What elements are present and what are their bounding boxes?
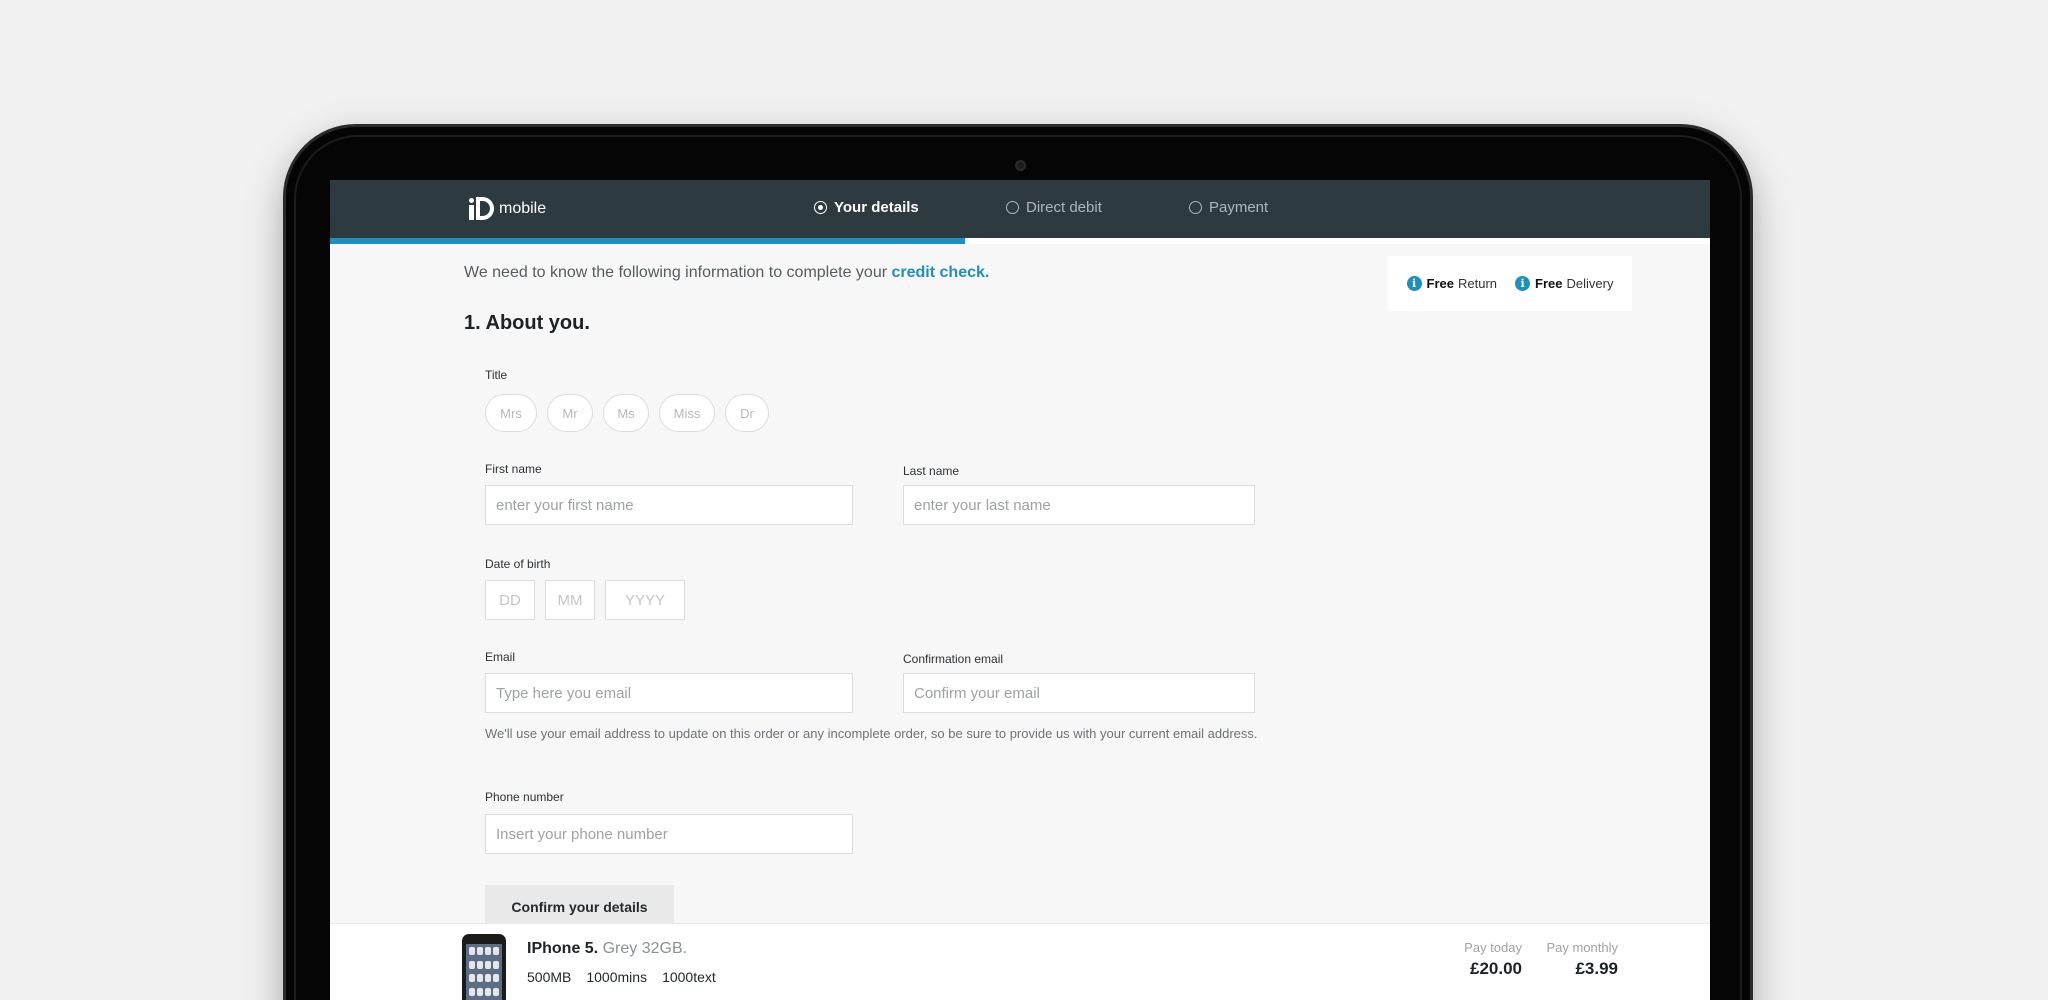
dob-day-input[interactable]: DD	[485, 580, 535, 620]
dob-year-input[interactable]: YYYY	[605, 580, 685, 620]
email-input[interactable]: Type here you email	[485, 673, 853, 713]
confirm-email-label: Confirmation email	[903, 652, 1004, 666]
pay-monthly: Pay monthly £3.99	[1538, 940, 1618, 979]
radio-checked-icon	[814, 201, 827, 214]
title-options: Mrs Mr Ms Miss Dr	[485, 394, 769, 432]
email-help-text: We'll use your email address to update o…	[485, 726, 1258, 741]
pay-today: Pay today £20.00	[1452, 940, 1522, 979]
product-model: IPhone 5.	[527, 940, 599, 957]
dob-label: Date of birth	[485, 557, 551, 571]
pay-today-label: Pay today	[1464, 940, 1522, 955]
radio-icon	[1189, 201, 1202, 214]
confirm-email-input[interactable]: Confirm your email	[903, 673, 1255, 713]
basket-bar: IPhone 5. Grey 32GB. 500MB 1000mins 1000…	[330, 923, 1710, 1000]
id-logo-icon	[466, 196, 496, 222]
last-name-input[interactable]: enter your last name	[903, 485, 1255, 525]
pay-today-value: £20.00	[1470, 959, 1522, 978]
info-icon[interactable]: i	[1515, 276, 1531, 291]
screen: mobile Your details Direct debit Payment…	[330, 180, 1710, 1000]
webcam	[1015, 160, 1026, 171]
perk-text: Return	[1458, 276, 1498, 291]
product-name: IPhone 5. Grey 32GB.	[527, 940, 687, 958]
step-payment[interactable]: Payment	[1189, 199, 1268, 216]
iphone-image	[462, 934, 506, 1000]
progress-bar	[330, 238, 1710, 244]
title-option-mr[interactable]: Mr	[547, 394, 593, 432]
info-icon[interactable]: i	[1406, 276, 1422, 291]
perk-bold: Free	[1535, 276, 1563, 291]
intro-text: We need to know the following informatio…	[464, 264, 989, 282]
perk-bold: Free	[1426, 276, 1454, 291]
step-label: Direct debit	[1026, 199, 1102, 216]
perk-free-delivery[interactable]: i Free Delivery	[1515, 276, 1613, 291]
feature-text: 1000text	[662, 969, 716, 985]
step-label: Your details	[834, 199, 919, 216]
section-title: 1. About you.	[464, 312, 590, 334]
perk-free-return[interactable]: i Free Return	[1406, 276, 1498, 291]
logo[interactable]: mobile	[466, 196, 546, 222]
pay-monthly-label: Pay monthly	[1546, 940, 1618, 955]
pay-monthly-value: £3.99	[1575, 959, 1618, 978]
radio-icon	[1006, 201, 1019, 214]
product-features: 500MB 1000mins 1000text	[527, 969, 716, 985]
title-option-ms[interactable]: Ms	[603, 394, 649, 432]
step-label: Payment	[1209, 199, 1269, 216]
perk-text: Delivery	[1566, 276, 1614, 291]
email-label: Email	[485, 650, 516, 664]
perks-box: i Free Return i Free Delivery	[1388, 256, 1632, 311]
confirm-details-button[interactable]: Confirm your details	[485, 885, 674, 928]
phone-input[interactable]: Insert your phone number	[485, 814, 853, 854]
first-name-input[interactable]: enter your first name	[485, 485, 853, 525]
intro-sentence: We need to know the following informatio…	[464, 264, 892, 281]
title-label: Title	[485, 368, 508, 382]
title-option-mrs[interactable]: Mrs	[485, 394, 537, 432]
title-option-dr[interactable]: Dr	[725, 394, 769, 432]
product-spec: Grey 32GB.	[602, 940, 688, 957]
feature-mins: 1000mins	[586, 969, 648, 985]
feature-data: 500MB	[527, 969, 572, 985]
credit-check-link[interactable]: credit check.	[892, 264, 990, 281]
dob-month-input[interactable]: MM	[545, 580, 595, 620]
progress-fill	[330, 238, 965, 244]
header-bar: mobile Your details Direct debit Payment	[330, 180, 1710, 238]
first-name-label: First name	[485, 462, 542, 476]
logo-text: mobile	[499, 200, 547, 217]
step-direct-debit[interactable]: Direct debit	[1006, 199, 1102, 216]
phone-label: Phone number	[485, 790, 564, 804]
step-your-details[interactable]: Your details	[814, 199, 919, 216]
last-name-label: Last name	[903, 464, 960, 478]
title-option-miss[interactable]: Miss	[659, 394, 715, 432]
